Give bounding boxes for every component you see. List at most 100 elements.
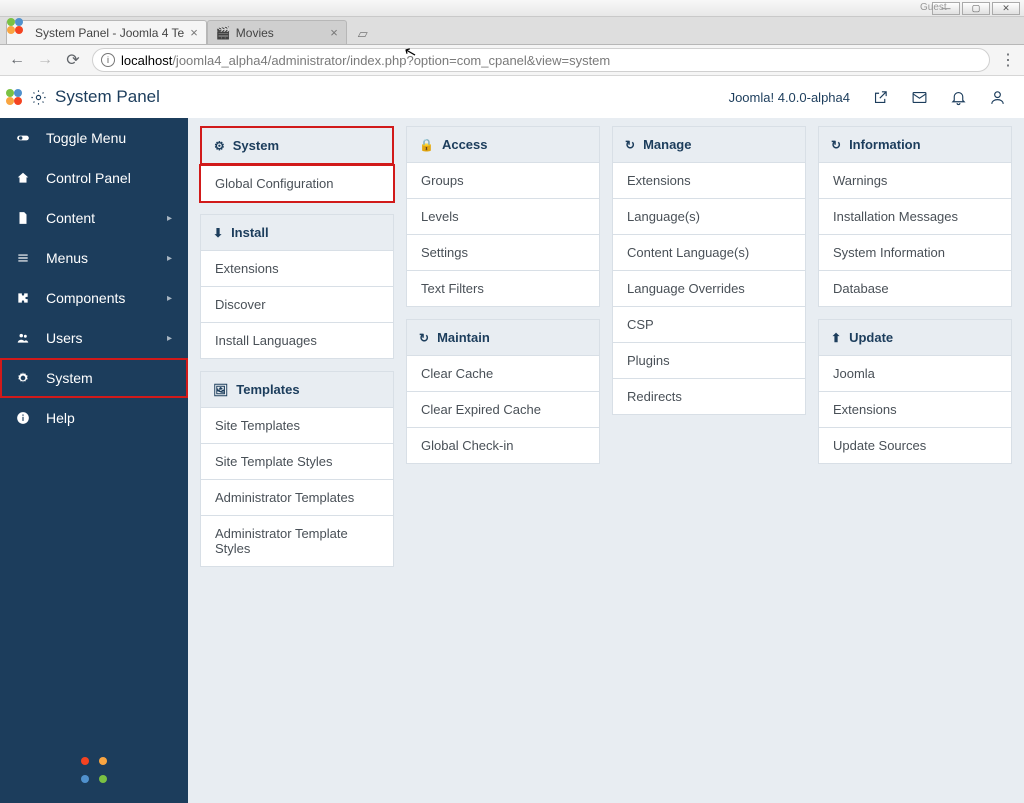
card-item[interactable]: Plugins (612, 343, 806, 379)
sidebar-item-menus[interactable]: Menus ▸ (0, 238, 188, 278)
browser-toolbar: ← → ⟳ i localhost/joomla4_alpha4/adminis… (0, 45, 1024, 76)
content-grid: ⚙SystemGlobal Configuration⬇InstallExten… (188, 118, 1024, 803)
card-header-templates: 🖼 Templates (200, 371, 394, 407)
card-item[interactable]: Installation Messages (818, 199, 1012, 235)
sidebar-item-label: Components (46, 290, 125, 306)
card-title: Information (849, 137, 921, 152)
card-item[interactable]: Extensions (818, 392, 1012, 428)
file-icon (16, 211, 32, 225)
card-item[interactable]: Settings (406, 235, 600, 271)
card-item[interactable]: Administrator Templates (200, 480, 394, 516)
sidebar-item-toggle-menu[interactable]: Toggle Menu (0, 118, 188, 158)
user-icon[interactable] (989, 89, 1006, 106)
back-button[interactable]: ← (8, 51, 26, 69)
external-link-icon[interactable] (872, 89, 889, 106)
gear-icon (16, 371, 32, 385)
card-title: Access (442, 137, 488, 152)
os-guest-label: Guest (920, 2, 947, 13)
chevron-right-icon: ▸ (167, 253, 172, 264)
card-item[interactable]: Extensions (612, 162, 806, 199)
card-title: Install (231, 225, 269, 240)
card-item[interactable]: Site Template Styles (200, 444, 394, 480)
browser-menu-button[interactable]: ⋮ (1000, 50, 1016, 70)
card-item[interactable]: Text Filters (406, 271, 600, 307)
download-icon: ⬇ (213, 226, 223, 240)
card-title: Maintain (437, 330, 490, 345)
card-item[interactable]: CSP (612, 307, 806, 343)
address-bar[interactable]: i localhost/joomla4_alpha4/administrator… (92, 48, 990, 72)
card-title: Update (849, 330, 893, 345)
card-item[interactable]: Joomla (818, 355, 1012, 392)
card-item[interactable]: Language(s) (612, 199, 806, 235)
card-title: Templates (236, 382, 299, 397)
app-topbar: System Panel Joomla! 4.0.0-alpha4 (0, 76, 1024, 118)
version-label[interactable]: Joomla! 4.0.0-alpha4 (729, 90, 850, 105)
card-item[interactable]: Extensions (200, 250, 394, 287)
puzzle-icon (16, 291, 32, 305)
card-item[interactable]: Clear Cache (406, 355, 600, 392)
new-tab-button[interactable]: ▱ (351, 24, 375, 44)
sidebar-item-components[interactable]: Components▸ (0, 278, 188, 318)
os-close-button[interactable]: ✕ (992, 2, 1020, 15)
card-item[interactable]: Discover (200, 287, 394, 323)
browser-tab-inactive[interactable]: 🎬 Movies × (207, 20, 347, 44)
card-item[interactable]: Update Sources (818, 428, 1012, 464)
card-item[interactable]: Install Languages (200, 323, 394, 359)
bell-icon[interactable] (950, 89, 967, 106)
card-item[interactable]: Site Templates (200, 407, 394, 444)
sidebar-item-label: Menus (46, 250, 88, 266)
card-item[interactable]: Language Overrides (612, 271, 806, 307)
card-header-update: ⬆Update (818, 319, 1012, 355)
reload-button[interactable]: ⟳ (64, 50, 82, 70)
image-icon: 🖼 (213, 383, 228, 397)
card-item[interactable]: Database (818, 271, 1012, 307)
mail-icon[interactable] (911, 89, 928, 106)
sidebar-item-help[interactable]: Help (0, 398, 188, 438)
os-titlebar: Guest — ▢ ✕ (0, 0, 1024, 17)
card-item[interactable]: Clear Expired Cache (406, 392, 600, 428)
sidebar-item-label: Content (46, 210, 95, 226)
home-icon (16, 171, 32, 185)
lock-icon: 🔒 (419, 138, 434, 152)
forward-button[interactable]: → (36, 51, 54, 69)
toggle-icon (16, 131, 32, 145)
card-header-access: 🔒 Access (406, 126, 600, 162)
sidebar-item-control-panel[interactable]: Control Panel (0, 158, 188, 198)
card-title: System (233, 138, 279, 153)
sidebar-footer-logo (0, 743, 188, 803)
gear-icon (30, 89, 47, 106)
sidebar-item-users[interactable]: Users ▸ (0, 318, 188, 358)
url-path: /joomla4_alpha4/administrator/index.php?… (172, 53, 610, 68)
refresh-icon: ↻ (419, 331, 429, 345)
site-info-icon[interactable]: i (101, 53, 115, 67)
card-item[interactable]: System Information (818, 235, 1012, 271)
sidebar-item-label: System (46, 370, 93, 386)
card-item[interactable]: Groups (406, 162, 600, 199)
refresh-icon: ↻ (625, 138, 635, 152)
sidebar-item-system[interactable]: System (0, 358, 188, 398)
sidebar-item-label: Toggle Menu (46, 130, 126, 146)
card-item[interactable]: Global Configuration (200, 165, 394, 202)
refresh-icon: ↻ (831, 138, 841, 152)
close-icon[interactable]: × (330, 25, 338, 40)
chevron-right-icon: ▸ (167, 333, 172, 344)
app-root: System Panel Joomla! 4.0.0-alpha4 Toggle… (0, 76, 1024, 803)
browser-tab-active[interactable]: System Panel - Joomla 4 Te × (6, 20, 207, 44)
browser-tabstrip: System Panel - Joomla 4 Te × 🎬 Movies × … (0, 17, 1024, 45)
sidebar-item-label: Control Panel (46, 170, 131, 186)
page-title: System Panel (55, 87, 160, 107)
card-item[interactable]: Content Language(s) (612, 235, 806, 271)
sidebar: Toggle MenuControl PanelContent▸Menus▸Co… (0, 118, 188, 803)
card-item[interactable]: Levels (406, 199, 600, 235)
movies-favicon: 🎬 (216, 26, 230, 40)
sidebar-item-content[interactable]: Content▸ (0, 198, 188, 238)
sidebar-item-label: Users (46, 330, 83, 346)
card-item[interactable]: Warnings (818, 162, 1012, 199)
card-header-manage: ↻Manage (612, 126, 806, 162)
card-item[interactable]: Administrator Template Styles (200, 516, 394, 567)
close-icon[interactable]: × (190, 25, 198, 40)
os-maximize-button[interactable]: ▢ (962, 2, 990, 15)
card-item[interactable]: Redirects (612, 379, 806, 415)
card-item[interactable]: Global Check-in (406, 428, 600, 464)
sidebar-item-label: Help (46, 410, 75, 426)
